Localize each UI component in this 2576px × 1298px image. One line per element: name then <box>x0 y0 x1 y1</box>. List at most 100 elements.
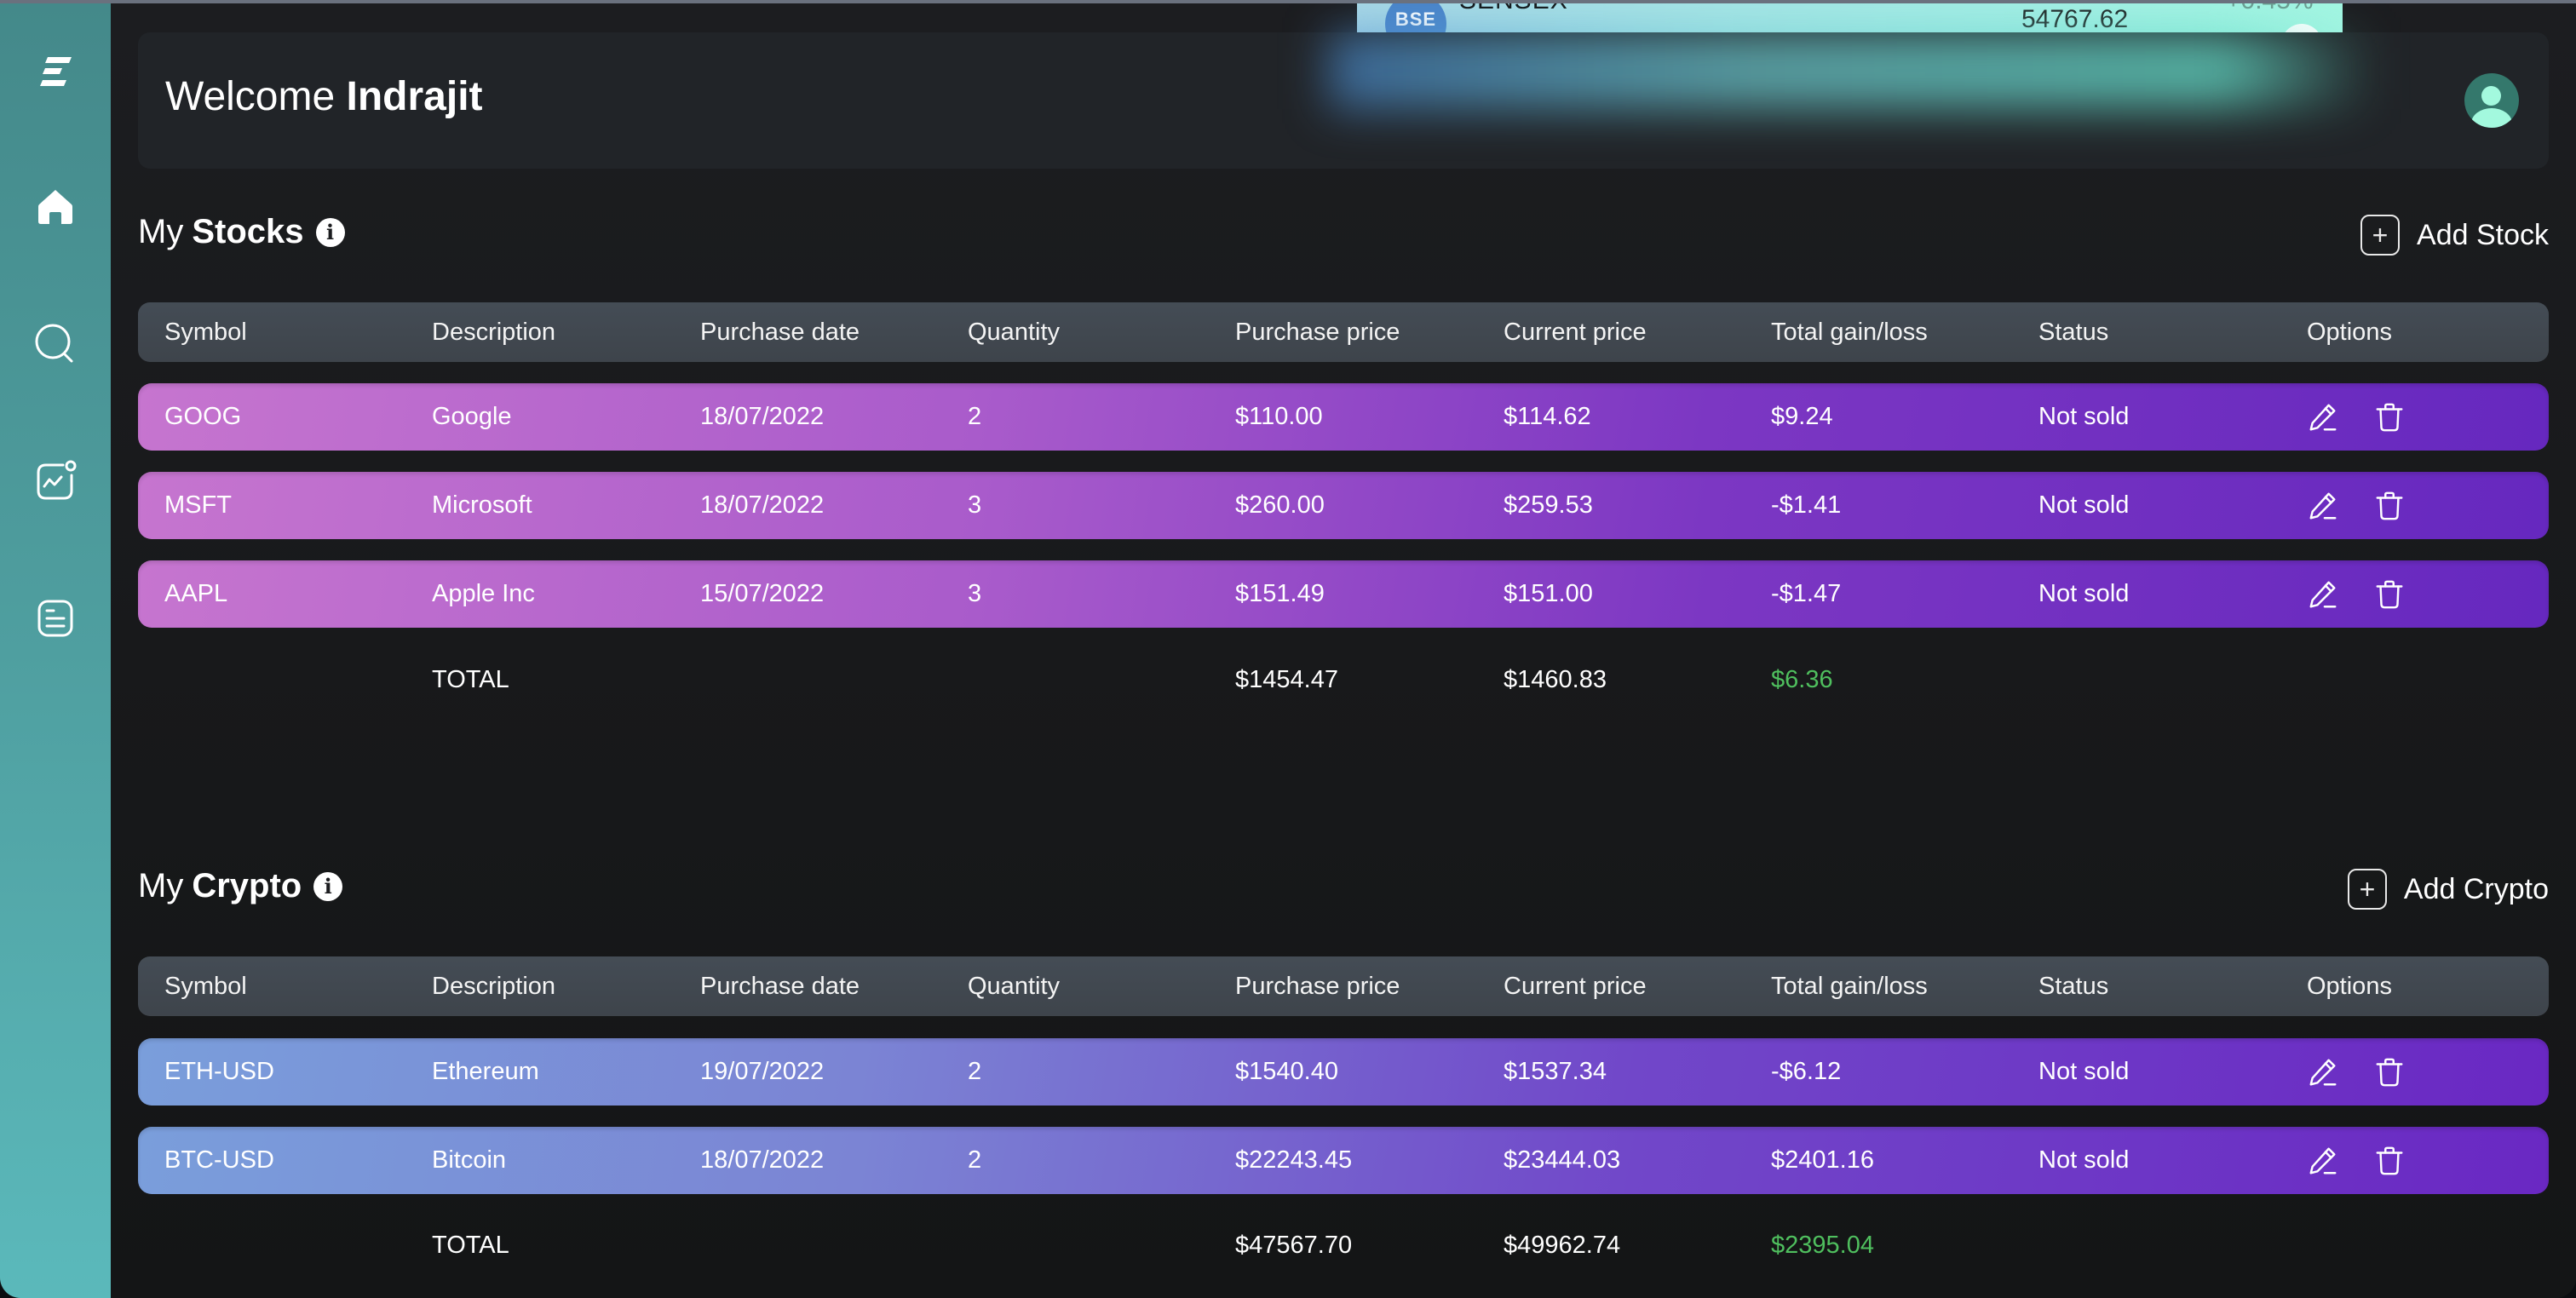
description-cell: Microsoft <box>432 491 532 519</box>
column-header: Options <box>2307 318 2392 346</box>
column-header: Options <box>2307 972 2392 1000</box>
menu-icon[interactable] <box>34 51 77 94</box>
current-price-cell: $151.00 <box>1504 580 1593 607</box>
info-icon[interactable]: i <box>313 871 343 901</box>
column-header[interactable]: Description <box>432 302 555 362</box>
avatar[interactable] <box>2464 73 2519 128</box>
table-row[interactable]: BTC-USD Bitcoin 18/07/2022 2 $22243.45 $… <box>138 1127 2549 1194</box>
edit-icon[interactable] <box>2307 1145 2339 1177</box>
stocks-section-title: My Stocks i <box>138 213 345 251</box>
chart-icon[interactable] <box>34 460 77 503</box>
edit-icon[interactable] <box>2307 401 2339 434</box>
symbol-cell: AAPL <box>164 580 228 607</box>
purchase-date-cell: 18/07/2022 <box>700 403 825 430</box>
edit-icon[interactable] <box>2307 490 2339 522</box>
user-name: Indrajit <box>346 74 483 119</box>
stocks-title-bold: Stocks <box>192 213 304 250</box>
gain-loss-cell: -$1.41 <box>1771 491 1842 519</box>
delete-icon[interactable] <box>2373 578 2406 611</box>
column-header[interactable]: Purchase price <box>1235 302 1400 362</box>
stocks-total-row: TOTAL $1454.47 $1460.83 $6.36 <box>138 650 2549 709</box>
gain-loss-cell: -$1.47 <box>1771 580 1842 607</box>
info-icon[interactable]: i <box>315 217 345 247</box>
symbol-cell: MSFT <box>164 491 232 519</box>
table-row[interactable]: MSFT Microsoft 18/07/2022 3 $260.00 $259… <box>138 472 2549 539</box>
symbol-cell: GOOG <box>164 403 242 430</box>
edit-icon[interactable] <box>2307 578 2339 611</box>
table-row[interactable]: ETH-USD Ethereum 19/07/2022 2 $1540.40 $… <box>138 1038 2549 1106</box>
delete-icon[interactable] <box>2373 401 2406 434</box>
quantity-cell: 2 <box>968 403 982 430</box>
description-cell: Ethereum <box>432 1058 539 1085</box>
table-row[interactable]: GOOG Google 18/07/2022 2 $110.00 $114.62… <box>138 383 2549 451</box>
column-header[interactable]: Status <box>2038 302 2108 362</box>
delete-icon[interactable] <box>2373 1145 2406 1177</box>
crypto-total-row: TOTAL $47567.70 $49962.74 $2395.04 <box>138 1215 2549 1275</box>
status-cell: Not sold <box>2038 1146 2130 1174</box>
add-stock-label: Add Stock <box>2417 218 2549 251</box>
quantity-cell: 2 <box>968 1146 982 1174</box>
current-price-cell: $1537.34 <box>1504 1058 1607 1085</box>
column-header[interactable]: Total gain/loss <box>1771 956 1928 1016</box>
edit-icon[interactable] <box>2307 1056 2339 1088</box>
greeting: Welcome <box>165 74 336 119</box>
column-header[interactable]: Status <box>2038 956 2108 1016</box>
description-cell: Bitcoin <box>432 1146 507 1174</box>
column-header[interactable]: Quantity <box>968 302 1060 362</box>
column-header[interactable]: Purchase price <box>1235 956 1400 1016</box>
column-header[interactable]: Description <box>432 956 555 1016</box>
options-cell <box>2307 560 2406 628</box>
purchase-date-cell: 18/07/2022 <box>700 1146 825 1174</box>
crypto-section-title: My Crypto i <box>138 867 343 905</box>
status-cell: Not sold <box>2038 580 2130 607</box>
sidebar <box>0 3 111 1298</box>
purchase-price-cell: $260.00 <box>1235 491 1325 519</box>
options-cell <box>2307 383 2406 451</box>
ticker-name: SENSEX <box>1459 0 1568 14</box>
crypto-title-bold: Crypto <box>192 867 302 905</box>
ticker-indicator <box>2281 24 2322 32</box>
column-header[interactable]: Current price <box>1504 956 1647 1016</box>
column-header[interactable]: Purchase date <box>700 956 860 1016</box>
column-header[interactable]: Symbol <box>164 956 247 1016</box>
document-icon[interactable] <box>34 597 77 640</box>
quantity-cell: 2 <box>968 1058 982 1085</box>
table-row[interactable]: AAPL Apple Inc 15/07/2022 3 $151.49 $151… <box>138 560 2549 628</box>
stocks-table-header: Symbol Description Purchase date Quantit… <box>138 302 2549 362</box>
search-icon[interactable] <box>34 323 77 365</box>
options-cell <box>2307 1038 2406 1106</box>
options-cell <box>2307 472 2406 539</box>
add-stock-button[interactable]: + Add Stock <box>2360 215 2549 256</box>
total-label: TOTAL <box>432 665 509 693</box>
total-gain-loss: $2395.04 <box>1771 1231 1874 1259</box>
column-header[interactable]: Total gain/loss <box>1771 302 1928 362</box>
total-purchase-price: $47567.70 <box>1235 1231 1353 1259</box>
purchase-date-cell: 15/07/2022 <box>700 580 825 607</box>
add-crypto-label: Add Crypto <box>2403 872 2549 905</box>
status-cell: Not sold <box>2038 1058 2130 1085</box>
bse-logo: BSE <box>1385 3 1446 32</box>
status-cell: Not sold <box>2038 491 2130 519</box>
sensex-ticker-card[interactable]: BSE SENSEX 54767.62 +0.45% <box>1357 0 2343 32</box>
app-window: BSE SENSEX 54767.62 +0.45% Welcome Indra… <box>0 0 2576 1298</box>
ticker-value: 54767.62 <box>2021 5 2129 32</box>
welcome-message: Welcome Indrajit <box>165 73 483 120</box>
plus-icon: + <box>2347 869 2387 910</box>
current-price-cell: $259.53 <box>1504 491 1593 519</box>
total-gain-loss: $6.36 <box>1771 665 1833 693</box>
symbol-cell: BTC-USD <box>164 1146 274 1174</box>
add-crypto-button[interactable]: + Add Crypto <box>2347 869 2549 910</box>
gain-loss-cell: $9.24 <box>1771 403 1833 430</box>
total-label: TOTAL <box>432 1231 509 1259</box>
column-header[interactable]: Symbol <box>164 302 247 362</box>
current-price-cell: $23444.03 <box>1504 1146 1621 1174</box>
home-icon[interactable] <box>34 186 77 228</box>
delete-icon[interactable] <box>2373 490 2406 522</box>
purchase-price-cell: $151.49 <box>1235 580 1325 607</box>
gain-loss-cell: -$6.12 <box>1771 1058 1842 1085</box>
column-header[interactable]: Quantity <box>968 956 1060 1016</box>
description-cell: Apple Inc <box>432 580 535 607</box>
column-header[interactable]: Purchase date <box>700 302 860 362</box>
column-header[interactable]: Current price <box>1504 302 1647 362</box>
delete-icon[interactable] <box>2373 1056 2406 1088</box>
